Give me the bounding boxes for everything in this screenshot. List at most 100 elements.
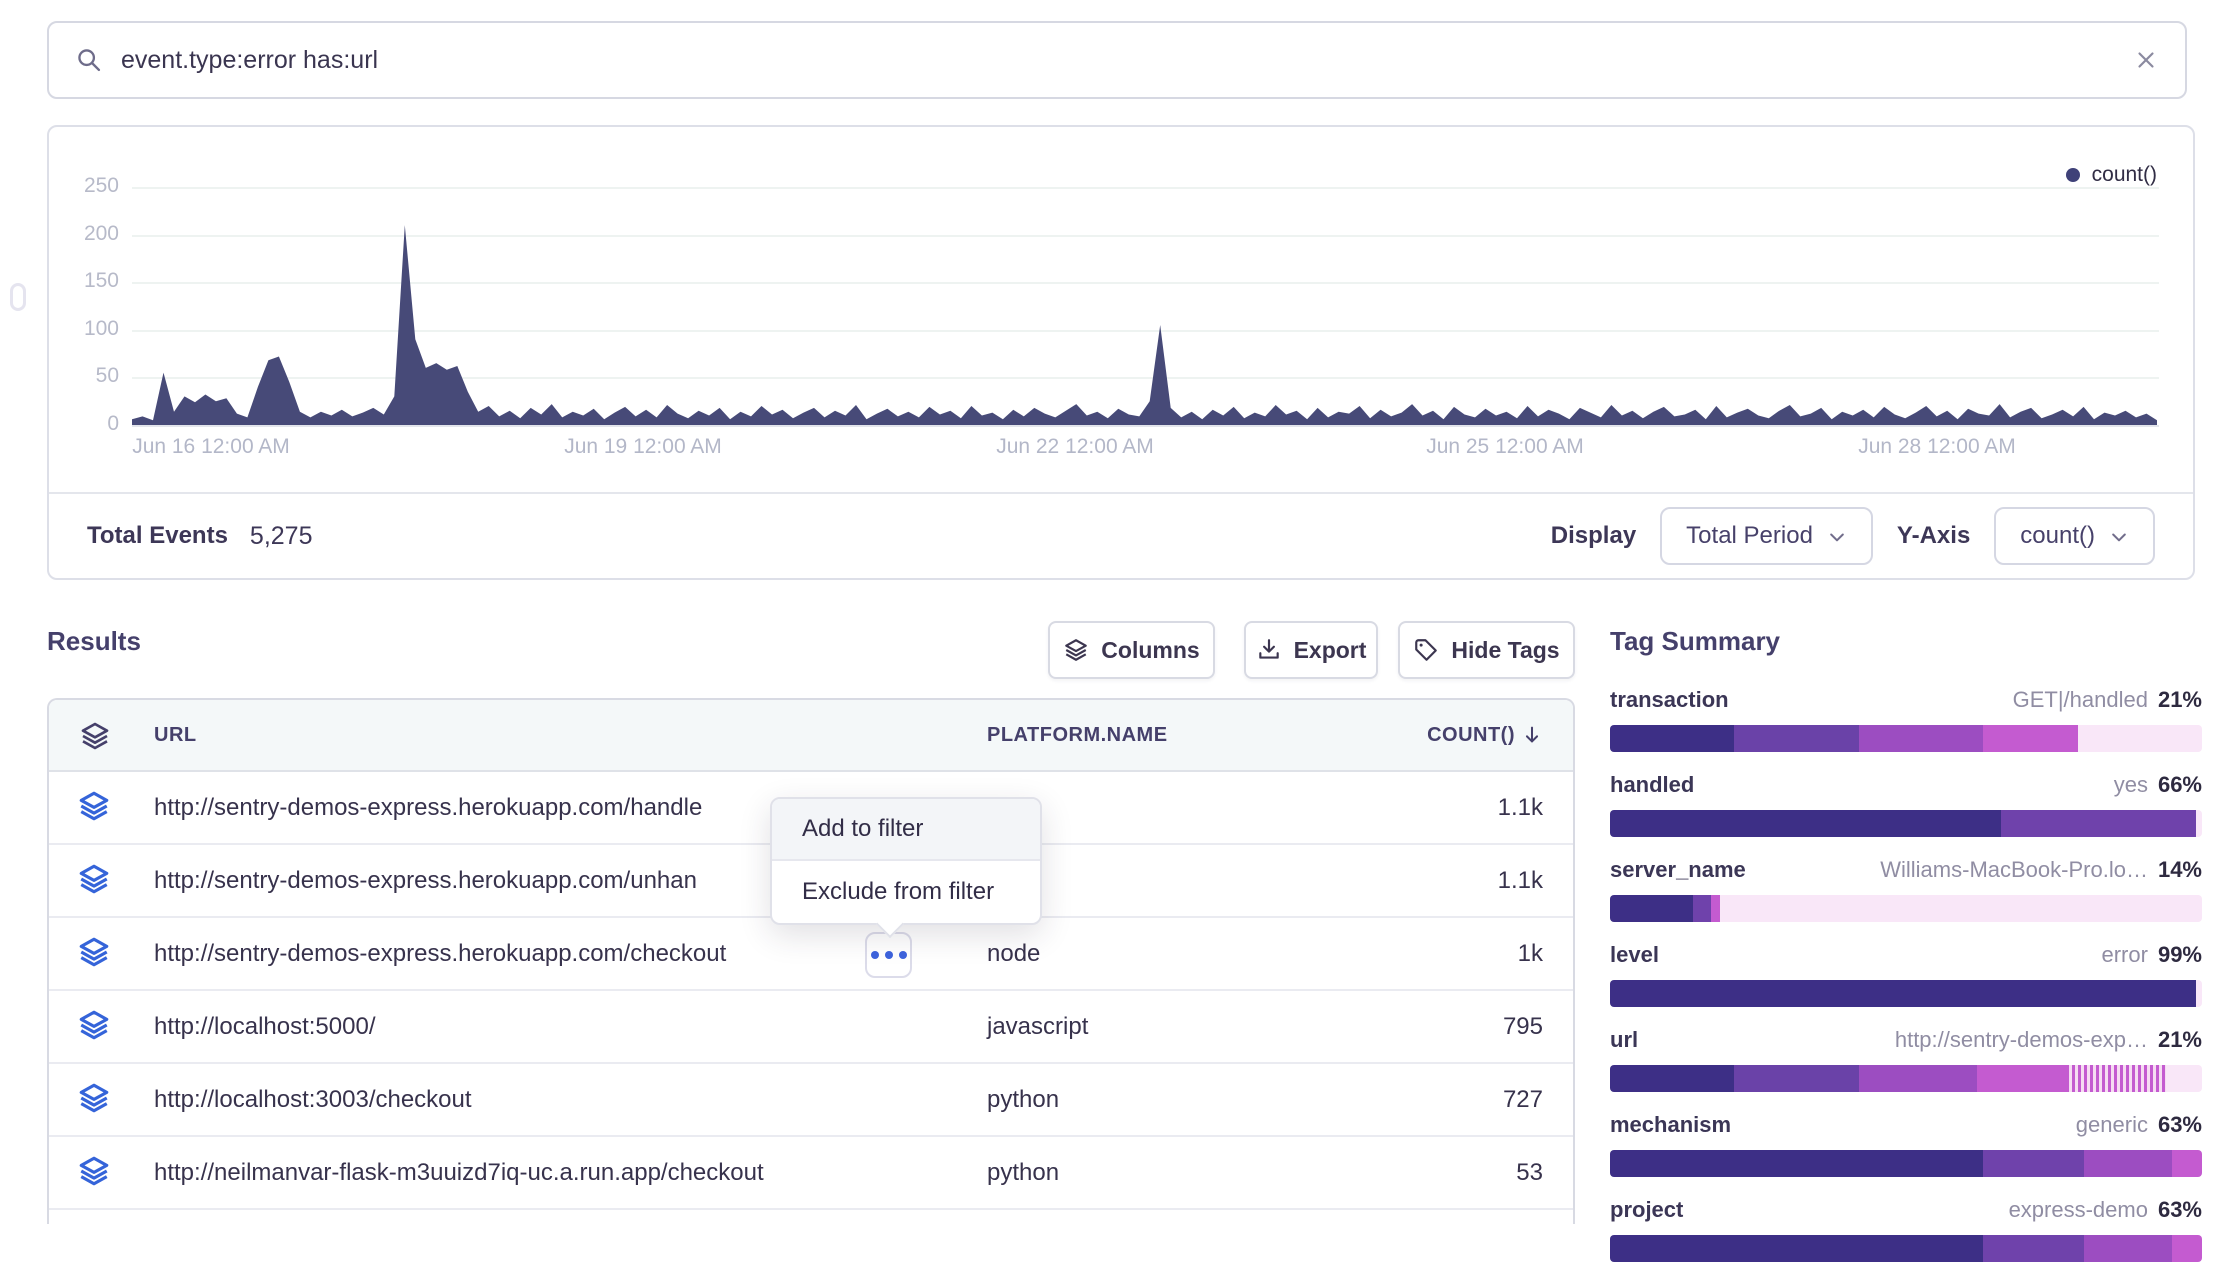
tag-top-percent: 63% <box>2158 1112 2202 1138</box>
results-title: Results <box>47 626 141 657</box>
table-header-row: URL PLATFORM.NAME COUNT() <box>49 700 1573 772</box>
search-icon <box>75 46 103 74</box>
tag-bar-segment[interactable] <box>1859 1065 1977 1092</box>
tag-name: mechanism <box>1610 1112 1731 1138</box>
tag-row: url http://sentry-demos-exp… 21% <box>1610 1027 2202 1085</box>
cell-count[interactable]: 727 <box>1503 1086 1543 1114</box>
menu-item[interactable]: Exclude from filter <box>772 861 1040 923</box>
cell-count[interactable]: 1.1k <box>1498 867 1543 895</box>
column-header-url[interactable]: URL <box>154 724 197 747</box>
tag-row: handled yes 66% <box>1610 772 2202 830</box>
tag-bar-segment[interactable] <box>1720 895 2202 922</box>
tag-name: transaction <box>1610 687 1729 713</box>
cell-platform[interactable]: python <box>987 1159 1059 1187</box>
cell-url[interactable]: http://sentry-demos-express.herokuapp.co… <box>154 940 726 968</box>
tag-top-percent: 14% <box>2158 857 2202 883</box>
export-button[interactable]: Export <box>1244 621 1378 679</box>
tag-bar-segment[interactable] <box>1610 1235 1983 1262</box>
tag-bar-segment[interactable] <box>1734 1065 1858 1092</box>
columns-button[interactable]: Columns <box>1048 621 1215 679</box>
tag-distribution-bar[interactable] <box>1610 980 2202 1007</box>
cell-context-menu: Add to filterExclude from filter <box>770 797 1042 925</box>
tag-top-value: express-demo <box>2009 1197 2148 1223</box>
x-axis-tick: Jun 25 12:00 AM <box>1385 435 1625 459</box>
hide-tags-button[interactable]: Hide Tags <box>1398 621 1575 679</box>
events-chart-panel: count() 050100150200250Jun 16 12:00 AMJu… <box>47 125 2195 580</box>
x-axis-tick: Jun 28 12:00 AM <box>1817 435 2057 459</box>
tag-bar-segment[interactable] <box>1610 810 2001 837</box>
tag-distribution-bar[interactable] <box>1610 1235 2202 1262</box>
tag-distribution-bar[interactable] <box>1610 1150 2202 1177</box>
drag-handle[interactable] <box>10 283 26 311</box>
table-row[interactable]: http://localhost:5000/ javascript 795 <box>49 991 1573 1064</box>
tag-bar-segment[interactable] <box>2066 1065 2167 1092</box>
total-events-label: Total Events <box>87 522 228 550</box>
row-actions-button[interactable] <box>865 932 912 978</box>
column-header-count[interactable]: COUNT() <box>1427 724 1543 747</box>
x-axis-tick: Jun 22 12:00 AM <box>955 435 1195 459</box>
tag-distribution-bar[interactable] <box>1610 725 2202 752</box>
stack-icon[interactable] <box>79 720 111 752</box>
tag-bar-segment[interactable] <box>1983 1150 2084 1177</box>
cell-count[interactable]: 795 <box>1503 1013 1543 1041</box>
tag-bar-segment[interactable] <box>2172 1235 2202 1262</box>
tag-bar-segment[interactable] <box>2196 980 2202 1007</box>
tag-bar-segment[interactable] <box>1610 895 1693 922</box>
cell-platform[interactable]: python <box>987 1086 1059 1114</box>
table-row[interactable]: http://sentry-demos-express.herokuapp.co… <box>49 918 1573 991</box>
tag-summary-panel: Tag Summary transaction GET|/handled 21%… <box>1610 626 2202 1282</box>
tag-top-percent: 21% <box>2158 1027 2202 1053</box>
tag-bar-segment[interactable] <box>1983 725 2078 752</box>
tag-bar-segment[interactable] <box>2084 1150 2173 1177</box>
tag-bar-segment[interactable] <box>2078 725 2202 752</box>
tag-bar-segment[interactable] <box>1711 895 1720 922</box>
tag-bar-segment[interactable] <box>1859 725 1983 752</box>
menu-item[interactable]: Add to filter <box>772 799 1040 861</box>
tag-top-value: GET|/handled <box>2013 687 2148 713</box>
tag-name: level <box>1610 942 1659 968</box>
tag-bar-segment[interactable] <box>1610 1150 1983 1177</box>
cell-url[interactable]: http://sentry-demos-express.herokuapp.co… <box>154 867 697 895</box>
chevron-down-icon <box>2109 527 2129 547</box>
display-dropdown[interactable]: Total Period <box>1660 507 1873 565</box>
stack-icon <box>77 862 111 896</box>
export-button-label: Export <box>1294 637 1367 664</box>
tag-bar-segment[interactable] <box>1610 980 2196 1007</box>
tag-bar-segment[interactable] <box>1983 1235 2084 1262</box>
cell-count[interactable]: 1k <box>1518 940 1543 968</box>
close-icon[interactable] <box>2133 47 2159 73</box>
tag-bar-segment[interactable] <box>2172 1150 2202 1177</box>
tag-bar-segment[interactable] <box>2084 1235 2173 1262</box>
x-axis-tick: Jun 19 12:00 AM <box>523 435 763 459</box>
tag-summary-title: Tag Summary <box>1610 626 2202 657</box>
search-input[interactable]: event.type:error has:url <box>121 46 2133 75</box>
tag-bar-segment[interactable] <box>1734 725 1858 752</box>
tag-bar-segment[interactable] <box>2166 1065 2202 1092</box>
tag-bar-segment[interactable] <box>2001 810 2196 837</box>
tag-bar-segment[interactable] <box>2196 810 2202 837</box>
cell-url[interactable]: http://sentry-demos-express.herokuapp.co… <box>154 794 702 822</box>
tag-bar-segment[interactable] <box>1610 725 1734 752</box>
cell-url[interactable]: http://localhost:3003/checkout <box>154 1086 472 1114</box>
column-header-platform[interactable]: PLATFORM.NAME <box>987 724 1168 747</box>
search-bar[interactable]: event.type:error has:url <box>47 21 2187 99</box>
tag-distribution-bar[interactable] <box>1610 810 2202 837</box>
yaxis-dropdown[interactable]: count() <box>1994 507 2155 565</box>
tag-top-value: error <box>2102 942 2148 968</box>
cell-url[interactable]: http://localhost:5000/ <box>154 1013 375 1041</box>
columns-button-label: Columns <box>1101 637 1199 664</box>
cell-count[interactable]: 1.1k <box>1498 794 1543 822</box>
tag-distribution-bar[interactable] <box>1610 1065 2202 1092</box>
cell-url[interactable]: http://neilmanvar-flask-m3uuizd7iq-uc.a.… <box>154 1159 764 1187</box>
tag-top-percent: 21% <box>2158 687 2202 713</box>
tag-bar-segment[interactable] <box>1977 1065 2066 1092</box>
cell-count[interactable]: 53 <box>1516 1159 1543 1187</box>
cell-platform[interactable]: javascript <box>987 1013 1088 1041</box>
tag-distribution-bar[interactable] <box>1610 895 2202 922</box>
tag-bar-segment[interactable] <box>1693 895 1711 922</box>
table-row[interactable]: http://neilmanvar-flask-m3uuizd7iq-uc.a.… <box>49 1137 1573 1210</box>
download-icon <box>1256 637 1282 663</box>
tag-bar-segment[interactable] <box>1610 1065 1734 1092</box>
table-row[interactable]: http://localhost:3003/checkout python 72… <box>49 1064 1573 1137</box>
cell-platform[interactable]: node <box>987 940 1040 968</box>
